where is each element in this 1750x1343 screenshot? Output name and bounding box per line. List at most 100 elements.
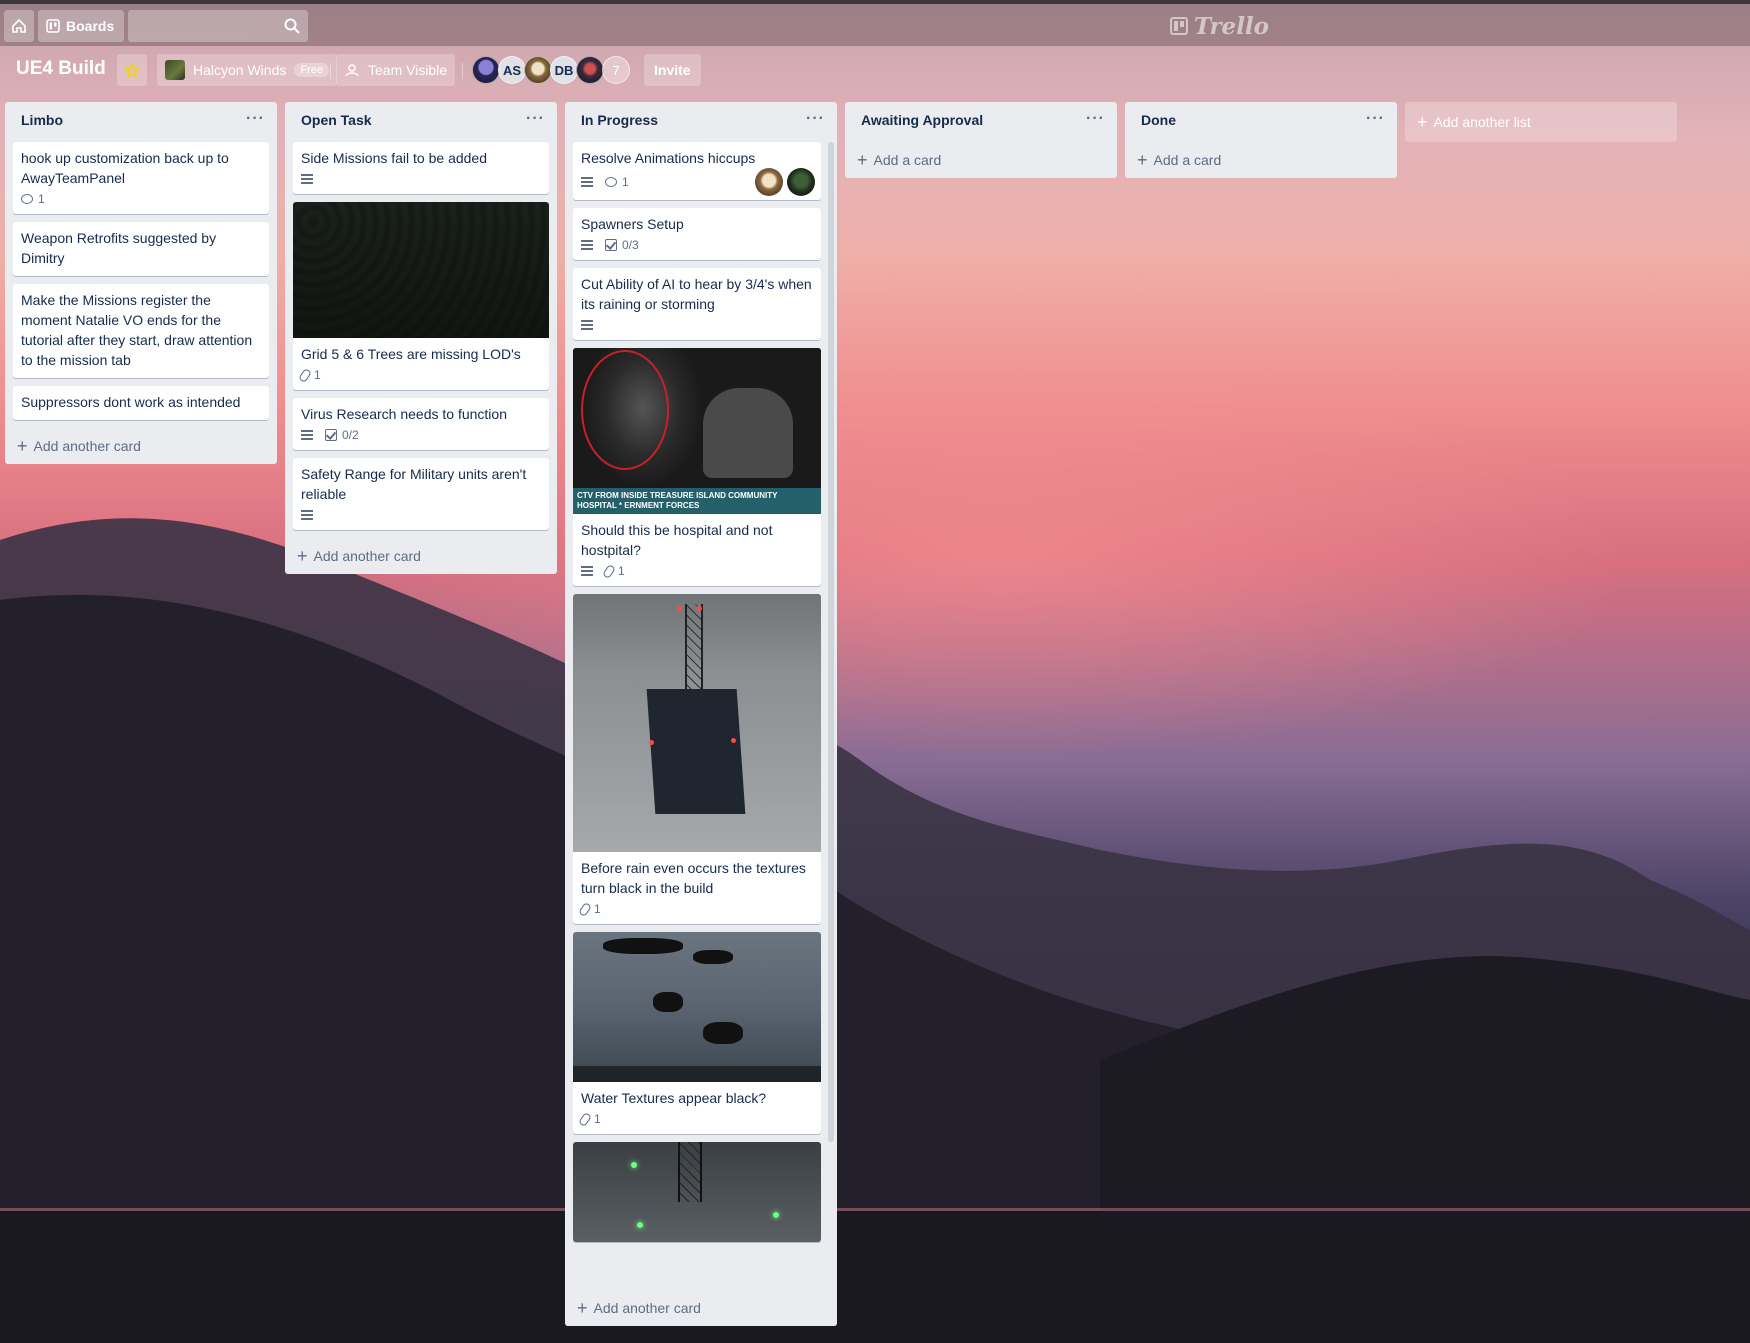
list-done: Done ··· + Add a card bbox=[1125, 102, 1397, 178]
attachment-icon bbox=[577, 1111, 593, 1127]
card[interactable]: Side Missions fail to be added bbox=[293, 142, 549, 194]
description-badge bbox=[301, 174, 313, 184]
add-card-button[interactable]: + Add another card bbox=[565, 1290, 837, 1326]
list-header[interactable]: Open Task ··· bbox=[285, 102, 557, 142]
card-member-avatar[interactable] bbox=[787, 168, 815, 196]
list-header[interactable]: Awaiting Approval ··· bbox=[845, 102, 1117, 142]
attachment-icon bbox=[297, 367, 313, 383]
list-menu-icon[interactable]: ··· bbox=[1086, 110, 1105, 128]
list-scrollbar[interactable] bbox=[828, 142, 834, 1142]
comment-badge: 1 bbox=[21, 192, 45, 206]
card-title: Before rain even occurs the textures tur… bbox=[581, 860, 806, 896]
cover-figure bbox=[703, 388, 793, 478]
card-title: Safety Range for Military units aren't r… bbox=[301, 466, 527, 502]
trello-wordmark: Trello bbox=[1194, 12, 1270, 40]
card[interactable]: Suppressors dont work as intended bbox=[13, 386, 269, 420]
card[interactable]: Before rain even occurs the textures tur… bbox=[573, 594, 821, 924]
add-list-button[interactable]: + Add another list bbox=[1405, 102, 1677, 142]
star-board-button[interactable] bbox=[117, 54, 147, 86]
card-badges bbox=[581, 314, 813, 338]
comment-icon bbox=[21, 194, 33, 204]
checklist-icon bbox=[605, 239, 617, 251]
card-member-avatar[interactable] bbox=[755, 168, 783, 196]
description-badge bbox=[301, 430, 313, 440]
home-button[interactable] bbox=[4, 10, 34, 42]
card[interactable] bbox=[573, 1142, 821, 1242]
card[interactable]: Cut Ability of AI to hear by 3/4's when … bbox=[573, 268, 821, 340]
add-card-button[interactable]: + Add another card bbox=[5, 428, 277, 464]
boards-icon bbox=[46, 19, 60, 33]
search-icon[interactable] bbox=[284, 18, 300, 34]
cover-dark-patch bbox=[693, 950, 733, 964]
comment-count: 1 bbox=[622, 175, 629, 189]
list-header[interactable]: In Progress ··· bbox=[565, 102, 837, 142]
card-title: Make the Missions register the moment Na… bbox=[21, 292, 253, 368]
member-avatar[interactable]: DB bbox=[550, 56, 578, 84]
add-card-button[interactable]: + Add another card bbox=[285, 538, 557, 574]
list-menu-icon[interactable]: ··· bbox=[1366, 110, 1385, 128]
checklist-badge: 0/2 bbox=[325, 428, 359, 442]
card[interactable]: CTV FROM INSIDE TREASURE ISLAND COMMUNIT… bbox=[573, 348, 821, 586]
list-title[interactable]: Awaiting Approval bbox=[861, 112, 983, 128]
card-title: hook up customization back up to AwayTea… bbox=[21, 150, 229, 186]
card[interactable]: Resolve Animations hiccups 1 bbox=[573, 142, 821, 200]
list-title[interactable]: Limbo bbox=[21, 112, 63, 128]
card[interactable]: Safety Range for Military units aren't r… bbox=[293, 458, 549, 530]
description-badge bbox=[581, 320, 593, 330]
list-header[interactable]: Done ··· bbox=[1125, 102, 1397, 142]
add-card-label: Add another card bbox=[593, 1300, 701, 1316]
visibility-button[interactable]: Team Visible bbox=[336, 54, 456, 86]
cover-dark-patch bbox=[603, 938, 683, 954]
member-avatar[interactable] bbox=[576, 56, 604, 84]
workspace-name: Halcyon Winds bbox=[193, 62, 287, 78]
checklist-icon bbox=[325, 429, 337, 441]
cover-light bbox=[677, 606, 682, 611]
board-title[interactable]: UE4 Build bbox=[16, 58, 106, 80]
checklist-progress: 0/3 bbox=[622, 238, 639, 252]
card[interactable]: Weapon Retrofits suggested by Dimitry bbox=[13, 222, 269, 276]
list-title[interactable]: Open Task bbox=[301, 112, 372, 128]
list-menu-icon[interactable]: ··· bbox=[246, 110, 265, 128]
attachment-count: 1 bbox=[618, 564, 625, 578]
member-avatar[interactable] bbox=[524, 56, 552, 84]
member-count-button[interactable]: 7 bbox=[602, 56, 630, 84]
list-menu-icon[interactable]: ··· bbox=[526, 110, 545, 128]
list-header[interactable]: Limbo ··· bbox=[5, 102, 277, 142]
cover-caption: CTV FROM INSIDE TREASURE ISLAND COMMUNIT… bbox=[573, 488, 821, 514]
card[interactable]: Spawners Setup 0/3 bbox=[573, 208, 821, 260]
highlight-circle bbox=[581, 350, 669, 470]
list-title[interactable]: In Progress bbox=[581, 112, 658, 128]
card-badges: 1 bbox=[21, 188, 261, 212]
description-icon bbox=[581, 566, 593, 576]
list-limbo: Limbo ··· hook up customization back up … bbox=[5, 102, 277, 464]
add-card-button[interactable]: + Add a card bbox=[1125, 142, 1397, 178]
card-title: Water Textures appear black? bbox=[581, 1090, 767, 1106]
member-avatar[interactable]: AS bbox=[498, 56, 526, 84]
card[interactable]: Virus Research needs to function 0/2 bbox=[293, 398, 549, 450]
trello-logo[interactable]: Trello bbox=[1170, 12, 1270, 40]
attachment-count: 1 bbox=[594, 1112, 601, 1126]
card[interactable]: Make the Missions register the moment Na… bbox=[13, 284, 269, 378]
card-list: Resolve Animations hiccups 1 Spawners Se… bbox=[565, 142, 837, 1290]
search-input[interactable] bbox=[128, 10, 308, 42]
list-title[interactable]: Done bbox=[1141, 112, 1176, 128]
plus-icon: + bbox=[297, 546, 308, 566]
header-divider bbox=[330, 63, 331, 79]
card[interactable]: hook up customization back up to AwayTea… bbox=[13, 142, 269, 214]
boards-button[interactable]: Boards bbox=[38, 10, 124, 42]
cover-light bbox=[731, 738, 736, 743]
invite-button[interactable]: Invite bbox=[644, 54, 701, 86]
add-card-button[interactable]: + Add a card bbox=[845, 142, 1117, 178]
cover-tower-mast bbox=[678, 1142, 702, 1202]
attachment-icon bbox=[577, 901, 593, 917]
card[interactable]: Grid 5 & 6 Trees are missing LOD's 1 bbox=[293, 202, 549, 390]
attachment-badge: 1 bbox=[297, 367, 321, 383]
card[interactable]: Water Textures appear black? 1 bbox=[573, 932, 821, 1134]
list-menu-icon[interactable]: ··· bbox=[806, 110, 825, 128]
description-icon bbox=[301, 510, 313, 520]
card-cover-image bbox=[573, 932, 821, 1082]
workspace-button[interactable]: Halcyon Winds Free bbox=[157, 54, 337, 86]
add-card-label: Add a card bbox=[873, 152, 942, 168]
list-awaiting-approval: Awaiting Approval ··· + Add a card bbox=[845, 102, 1117, 178]
member-avatar[interactable] bbox=[472, 56, 500, 84]
